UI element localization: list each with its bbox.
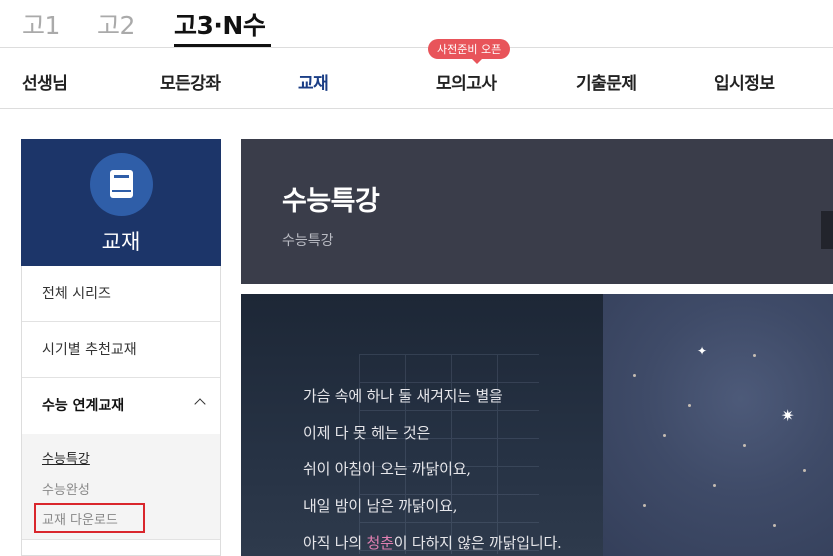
new-badge: 사전준비 오픈 — [428, 39, 511, 64]
nav-admissions[interactable]: 입시정보 — [714, 69, 775, 94]
promo-poster: ✦ ✷ 가슴 속에 하나 둘 새겨지는 별을 이제 다 못 헤는 것은 쉬이 아… — [241, 294, 833, 556]
star-dot — [643, 504, 646, 507]
sidebar-item-csat-linked[interactable]: 수능 연계교재 — [22, 378, 220, 434]
star-dot — [688, 404, 691, 407]
nav-textbooks[interactable]: 교재 — [298, 69, 329, 94]
poem-line: 이제 다 못 헤는 것은 — [303, 424, 431, 442]
tab-grade-1[interactable]: 고1 — [22, 6, 60, 42]
book-icon — [90, 153, 153, 216]
active-tab-indicator — [174, 44, 271, 47]
grade-tabs: 고1 고2 고3·N수 — [0, 0, 833, 48]
star-dot — [743, 444, 746, 447]
highlight-box — [34, 503, 145, 533]
brick-wall-pattern — [359, 354, 539, 554]
nav-mock-exams[interactable]: 모의고사 — [436, 69, 497, 94]
poem-line: 쉬이 아침이 오는 까닭이요, — [303, 460, 471, 478]
star-icon: ✦ — [697, 344, 708, 358]
poem-line: 아직 나의 청춘이 다하지 않은 까닭입니다. — [303, 532, 562, 553]
main-nav: 선생님 모든강좌 교재 사전준비 오픈 모의고사 기출문제 입시정보 — [0, 39, 833, 109]
star-dot — [773, 524, 776, 527]
poem-line: 가슴 속에 하나 둘 새겨지는 별을 — [303, 387, 503, 405]
nav-past-exams[interactable]: 기출문제 — [576, 69, 637, 94]
page-banner: 수능특강 수능특강 — [241, 139, 833, 284]
star-icon: ✷ — [781, 406, 795, 425]
sidebar-submenu: 수능특강 수능완성 교재 다운로드 — [22, 434, 220, 540]
submenu-item-suneung-special[interactable]: 수능특강 — [42, 448, 90, 467]
star-dot — [803, 469, 806, 472]
page-subtitle: 수능특강 — [282, 233, 334, 249]
sidebar-item-all-series[interactable]: 전체 시리즈 — [22, 266, 220, 322]
star-dot — [633, 374, 636, 377]
sidebar: 교재 전체 시리즈 시기별 추천교재 수능 연계교재 수능특강 수능완성 교재 … — [21, 139, 221, 556]
chevron-up-icon[interactable] — [194, 398, 206, 410]
sidebar-title: 교재 — [101, 230, 141, 254]
page-title: 수능특강 — [282, 186, 380, 217]
nav-all-courses[interactable]: 모든강좌 — [160, 69, 221, 94]
poem-text: 아직 나의 — [303, 534, 367, 552]
submenu-item-suneung-complete[interactable]: 수능완성 — [42, 479, 90, 498]
poem-highlight: 청춘 — [366, 534, 394, 552]
poem-line: 내일 밤이 남은 까닭이요, — [303, 497, 458, 515]
banner-scroll-button[interactable] — [821, 211, 833, 249]
star-dot — [663, 434, 666, 437]
poem-text: 이 다하지 않은 까닭입니다. — [393, 534, 562, 552]
sidebar-header: 교재 — [21, 139, 221, 266]
tab-grade-2[interactable]: 고2 — [97, 6, 135, 42]
nav-teachers[interactable]: 선생님 — [22, 69, 68, 94]
star-dot — [713, 484, 716, 487]
tab-grade-3[interactable]: 고3·N수 — [174, 6, 266, 42]
star-dot — [753, 354, 756, 357]
sidebar-item-recommended[interactable]: 시기별 추천교재 — [22, 322, 220, 378]
poster-night-sky: ✦ ✷ — [603, 294, 833, 556]
sidebar-item-label: 수능 연계교재 — [42, 398, 125, 414]
